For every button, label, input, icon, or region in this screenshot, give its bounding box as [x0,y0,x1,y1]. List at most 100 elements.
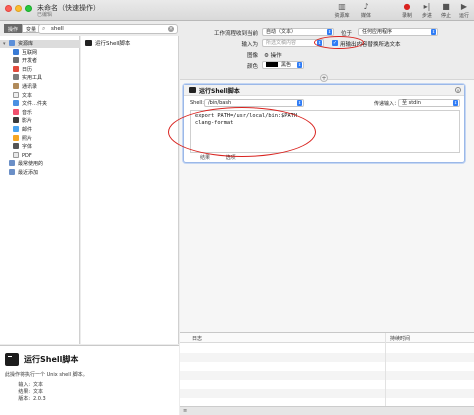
category-icon [13,151,19,158]
category-icon [9,160,15,167]
library-item-label: 音乐 [22,109,33,116]
application-popup[interactable]: 任何应用程序 ⇕ [358,28,438,36]
status-bar: ≡ [180,406,474,415]
media-button[interactable]: ♪ 媒体 [355,2,377,19]
chevron-updown-icon: ⇕ [453,100,458,106]
log-pane: 日志 持续时间 [180,332,474,415]
record-button[interactable]: ● 录制 [396,2,418,19]
library-item[interactable]: 通讯录 [0,83,80,91]
library-item-label: 文本 [22,92,33,99]
run-button[interactable]: ▶ 运行 [453,2,474,19]
library-item-label: 日历 [22,66,33,73]
workflow-header: 工作流程收到当前 自动（文本） ⇕ 位于 任何应用程序 ⇕ 输入为 所选文稿内容 ⇕ … [180,22,474,80]
search-icon: ⌕ [42,25,46,32]
close-icon[interactable]: × [455,87,461,93]
log-row [180,389,474,398]
category-icon [13,143,19,150]
category-icon [13,91,19,98]
library-item[interactable]: 互联网 [0,48,80,57]
media-icon: ♪ [363,2,369,11]
description-title: 运行Shell脚本 [24,355,79,364]
description-row: 版本: 2.0.3 [18,396,46,402]
library-list: ▾ 资源库 互联网开发者 日历实用工具 通讯录 文本 文件…件夹 音乐 影片邮件照片字体 PDF 最… [0,36,80,344]
category-icon [13,48,19,55]
library-item-label: 字体 [22,144,33,151]
results-button[interactable]: 结果 [200,155,210,161]
library-item[interactable]: 开发者 [0,57,80,65]
minimize-window-button[interactable] [15,5,22,12]
card-header[interactable]: 运行Shell脚本 × [184,85,464,96]
library-item[interactable]: 邮件 [0,126,80,134]
search-field[interactable]: ⌕ shell × [38,24,178,34]
chevron-updown-icon: ⇕ [431,29,436,35]
log-row [180,353,474,362]
duration-column-header[interactable]: 持续时间 [390,335,410,342]
color-swatch [266,62,278,67]
color-popup[interactable]: 黑色 ⇕ [262,61,304,69]
shell-popup[interactable]: /bin/bash ⇕ [204,99,304,107]
category-icon [13,65,19,72]
category-icon [13,117,19,124]
library-item-label: 互联网 [22,49,38,56]
log-toggle-icon[interactable]: ≡ [183,408,187,414]
category-icon [13,57,19,64]
chevron-updown-icon: ⇕ [327,29,332,35]
description-pane: 运行Shell脚本 此操作将执行一个 Unix shell 脚本。 输入: 文本 … [0,345,179,415]
library-item[interactable]: PDF [0,151,80,160]
add-action-icon[interactable]: + [320,74,328,82]
library-item[interactable]: 最常使用的 [0,160,80,168]
pass-input-popup[interactable]: 至 stdin ⇕ [398,99,460,107]
category-icon [9,40,15,46]
pass-input-label: 传递输入： [374,101,400,107]
library-item-label: 最常使用的 [18,161,44,168]
sidebar-tabs: 操作 变量 [4,24,41,33]
library-item-label: 实用工具 [22,75,43,82]
log-header: 日志 持续时间 [180,333,474,343]
library-item[interactable]: 最近添加 [0,169,80,177]
library-item[interactable]: 照片 [0,134,80,143]
library-item[interactable]: 日历 [0,65,80,74]
search-input[interactable]: shell [51,26,64,32]
log-column-header[interactable]: 日志 [192,335,202,342]
tab-actions[interactable]: 操作 [4,24,23,33]
clear-search-icon[interactable]: × [168,26,174,32]
category-icon [13,126,19,132]
terminal-icon [85,40,92,46]
close-window-button[interactable] [5,5,12,12]
category-icon [13,74,19,81]
library-item-label: 开发者 [22,58,38,65]
workflow-area: 工作流程收到当前 自动（文本） ⇕ 位于 任何应用程序 ⇕ 输入为 所选文稿内容 ⇕ … [180,22,474,332]
description-row: 结果: 文本 [18,389,44,395]
library-item[interactable]: 字体 [0,143,80,151]
category-icon [13,83,19,89]
library-item-label: PDF [22,152,32,159]
chevron-updown-icon: ⇕ [297,62,302,68]
image-popup[interactable]: ⚙ 操作 [264,51,282,59]
library-item[interactable]: 音乐 [0,108,80,117]
library-item-label: 邮件 [22,127,33,133]
record-icon: ● [403,2,411,11]
image-label: 图像 [246,53,258,59]
annotation-circle-script [168,107,316,157]
category-icon [9,169,15,175]
library-item[interactable]: 实用工具 [0,74,80,82]
library-item-label: 最近添加 [18,170,39,176]
action-item-run-shell-script[interactable]: 运行Shell脚本 [81,40,179,49]
description-row: 输入: 文本 [18,382,44,388]
input-label: 输入为 [241,42,258,48]
color-label: 颜色 [246,64,258,70]
zoom-window-button[interactable] [25,5,32,12]
annotation-circle-checkbox [314,36,364,49]
shell-label: Shell: [190,100,204,106]
library-item-label: 照片 [22,135,33,142]
library-button[interactable]: ▥ 资源库 [331,2,353,19]
receives-popup[interactable]: 自动（文本） ⇕ [262,28,334,36]
description-text: 此操作将执行一个 Unix shell 脚本。 [5,372,88,378]
library-item[interactable]: ▾ 资源库 [0,40,80,48]
library-item[interactable]: 文本 [0,91,80,100]
card-title: 运行Shell脚本 [199,88,240,95]
title-bar: 未命名（快速操作） 已编辑 ▥ 资源库 ♪ 媒体 ● 录制 ▸| 步进 ■ 停止… [0,0,474,21]
category-icon [13,134,19,141]
library-item[interactable]: 文件…件夹 [0,100,80,108]
library-item[interactable]: 影片 [0,117,80,125]
